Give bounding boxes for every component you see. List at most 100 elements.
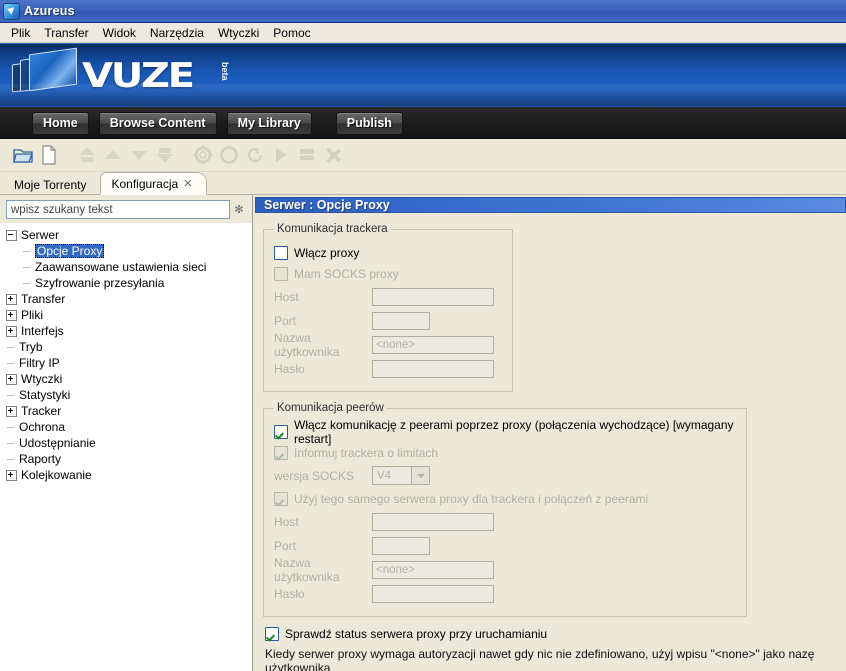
- tree-item-interfejs[interactable]: Interfejs: [0, 323, 252, 339]
- expand-icon[interactable]: [6, 309, 17, 321]
- tree-item-filtry-ip[interactable]: Filtry IP: [0, 355, 252, 371]
- tab-moje-torrenty[interactable]: Moje Torrenty: [4, 174, 100, 195]
- tree-item-wtyczki[interactable]: Wtyczki: [0, 371, 252, 387]
- tracker-username-label: Nazwa użytkownika: [274, 330, 340, 359]
- tracker-host-input: [372, 287, 494, 306]
- gear-icon[interactable]: [190, 143, 216, 167]
- check-proxy-status-row[interactable]: Sprawdź status serwera proxy przy urucha…: [265, 627, 838, 641]
- menu-item-wtyczki[interactable]: Wtyczki: [211, 24, 266, 42]
- menu-item-narzedzia[interactable]: Narzędzia: [143, 24, 211, 42]
- tracker-port-row: Port: [274, 309, 502, 332]
- inform-tracker-checkbox: [274, 445, 288, 460]
- expand-icon[interactable]: [6, 405, 17, 417]
- remove-icon[interactable]: [320, 143, 346, 167]
- nav-button-browse-content[interactable]: Browse Content: [98, 111, 217, 135]
- peer-password-row: Hasło: [274, 582, 736, 605]
- panel-body: Komunikacja trackera Włącz proxy Mam SOC…: [253, 213, 846, 671]
- expand-icon[interactable]: [6, 293, 17, 305]
- enable-proxy-row[interactable]: Włącz proxy: [274, 243, 502, 262]
- tree-item-serwer[interactable]: Serwer: [0, 227, 252, 243]
- tracker-password-label: Hasło: [274, 361, 305, 376]
- collapse-icon[interactable]: [6, 229, 17, 241]
- globe-icon[interactable]: [216, 143, 242, 167]
- peer-username-label: Nazwa użytkownika: [274, 555, 340, 584]
- tracker-host-label: Host: [274, 289, 299, 304]
- peer-port-row: Port: [274, 534, 736, 557]
- peer-host-input: [372, 512, 494, 531]
- vuze-nav-bar: Home Browse Content My Library Publish: [0, 106, 846, 139]
- toolbar: [0, 139, 846, 172]
- enable-peer-proxy-row[interactable]: Włącz komunikację z peerami poprzez prox…: [274, 418, 736, 446]
- socks-version-row: wersja SOCKS V4: [274, 464, 736, 487]
- enable-peer-proxy-checkbox[interactable]: [274, 424, 288, 439]
- tab-konfiguracja[interactable]: Konfiguracja ✕: [100, 172, 208, 195]
- tree-item-szyfrowanie-przesylania[interactable]: Szyfrowanie przesyłania: [0, 275, 252, 291]
- tree-item-label: Zaawansowane ustawienia sieci: [35, 260, 207, 274]
- tree-item-label: Serwer: [21, 228, 60, 242]
- proxy-help-text: Kiedy serwer proxy wymaga autoryzacji na…: [265, 647, 815, 671]
- tracker-port-label: Port: [274, 313, 297, 328]
- tree-item-raporty[interactable]: Raporty: [0, 451, 252, 467]
- tree-item-zaawansowane-ustawienia-sieci[interactable]: Zaawansowane ustawienia sieci: [0, 259, 252, 275]
- tree-item-tracker[interactable]: Tracker: [0, 403, 252, 419]
- move-down-icon[interactable]: [126, 143, 152, 167]
- tree-item-opcje-proxy[interactable]: Opcje Proxy: [0, 243, 252, 259]
- tree-item-pliki[interactable]: Pliki: [0, 307, 252, 323]
- tree-item-label: Kolejkowanie: [21, 468, 92, 482]
- title-bar: Azureus: [0, 0, 846, 23]
- refresh-icon[interactable]: [242, 143, 268, 167]
- inform-tracker-label: Informuj trackera o limitach: [294, 445, 439, 460]
- tree-item-transfer[interactable]: Transfer: [0, 291, 252, 307]
- same-proxy-label: Użyj tego samego serwera proxy dla track…: [294, 491, 649, 506]
- tracker-username-row: Nazwa użytkownika <none>: [274, 330, 502, 359]
- menu-item-pomoc[interactable]: Pomoc: [266, 24, 317, 42]
- config-tree-panel: wpisz szukany tekst ✻ Serwer Opcje Proxy…: [0, 195, 253, 671]
- move-up-icon[interactable]: [100, 143, 126, 167]
- vuze-wordmark: VUZE: [82, 56, 195, 96]
- nav-button-my-library[interactable]: My Library: [226, 111, 312, 135]
- tree-item-label: Pliki: [21, 308, 44, 322]
- close-icon[interactable]: ✕: [183, 177, 192, 190]
- tree-item-statystyki[interactable]: Statystyki: [0, 387, 252, 403]
- check-proxy-status-label: Sprawdź status serwera proxy przy urucha…: [285, 627, 548, 641]
- tree-item-ochrona[interactable]: Ochrona: [0, 419, 252, 435]
- tree-item-label: Wtyczki: [21, 372, 63, 386]
- search-input[interactable]: wpisz szukany tekst: [6, 200, 230, 219]
- tree-item-tryb[interactable]: Tryb: [0, 339, 252, 355]
- new-file-icon[interactable]: [36, 143, 62, 167]
- move-to-bottom-icon[interactable]: [152, 143, 178, 167]
- move-to-top-icon[interactable]: [74, 143, 100, 167]
- tracker-password-input: [372, 359, 494, 378]
- tree-item-label: Raporty: [19, 452, 62, 466]
- enable-peer-proxy-label: Włącz komunikację z peerami poprzez prox…: [294, 417, 734, 446]
- socks-proxy-row: Mam SOCKS proxy: [274, 264, 502, 283]
- tree-item-label: Transfer: [21, 292, 66, 306]
- open-folder-icon[interactable]: [10, 143, 36, 167]
- expand-icon[interactable]: [6, 373, 17, 385]
- menu-item-widok[interactable]: Widok: [96, 24, 143, 42]
- socks-version-value: V4: [372, 466, 411, 485]
- menu-item-transfer[interactable]: Transfer: [37, 24, 95, 42]
- stop-icon[interactable]: [294, 143, 320, 167]
- peer-port-input: [372, 536, 430, 555]
- tracker-host-row: Host: [274, 285, 502, 308]
- tree-item-label: Interfejs: [21, 324, 64, 338]
- enable-proxy-checkbox[interactable]: [274, 245, 288, 260]
- start-icon[interactable]: [268, 143, 294, 167]
- expand-icon[interactable]: [6, 325, 17, 337]
- same-proxy-row: Użyj tego samego serwera proxy dla track…: [274, 489, 736, 508]
- socks-version-select: V4: [372, 466, 430, 485]
- chevron-down-icon: [411, 466, 430, 485]
- clear-search-icon[interactable]: ✻: [230, 203, 248, 216]
- config-tree: Serwer Opcje Proxy Zaawansowane ustawien…: [0, 223, 252, 671]
- nav-button-home[interactable]: Home: [32, 111, 89, 135]
- expand-icon[interactable]: [6, 469, 17, 481]
- tree-item-udostepnianie[interactable]: Udostępnianie: [0, 435, 252, 451]
- menu-item-plik[interactable]: Plik: [4, 24, 37, 42]
- check-proxy-status-checkbox[interactable]: [265, 627, 279, 641]
- nav-button-publish[interactable]: Publish: [335, 111, 403, 135]
- tree-item-label: Tryb: [19, 340, 43, 354]
- tree-item-kolejkowanie[interactable]: Kolejkowanie: [0, 467, 252, 483]
- tab-label: Konfiguracja: [111, 176, 179, 191]
- tree-item-label: Opcje Proxy: [35, 244, 105, 258]
